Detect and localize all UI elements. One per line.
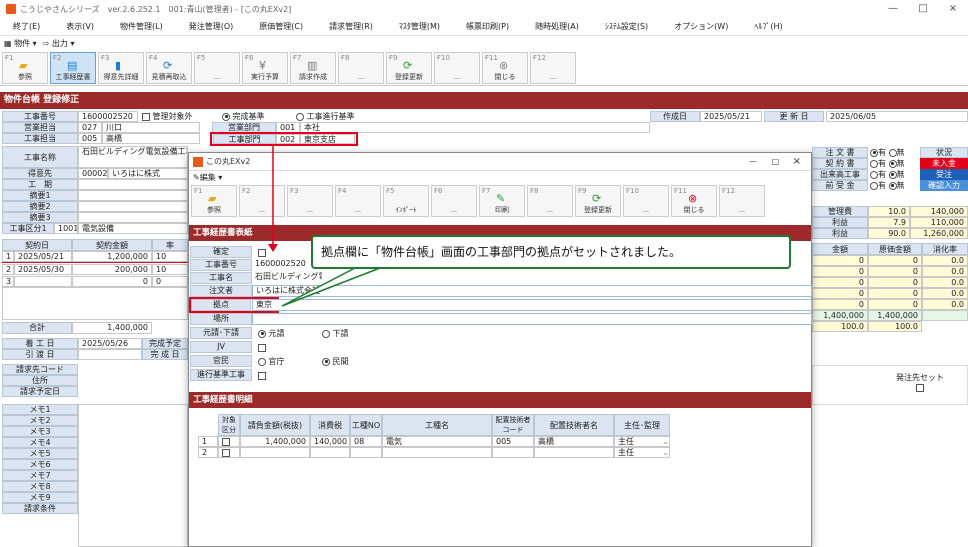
callout-pointer [281, 267, 381, 307]
arrow-head [268, 244, 278, 252]
callout-tooltip: 拠点欄に「物件台帳」画面の工事部門の拠点がセットされました。 [311, 235, 791, 269]
callout-arrows [268, 145, 381, 307]
